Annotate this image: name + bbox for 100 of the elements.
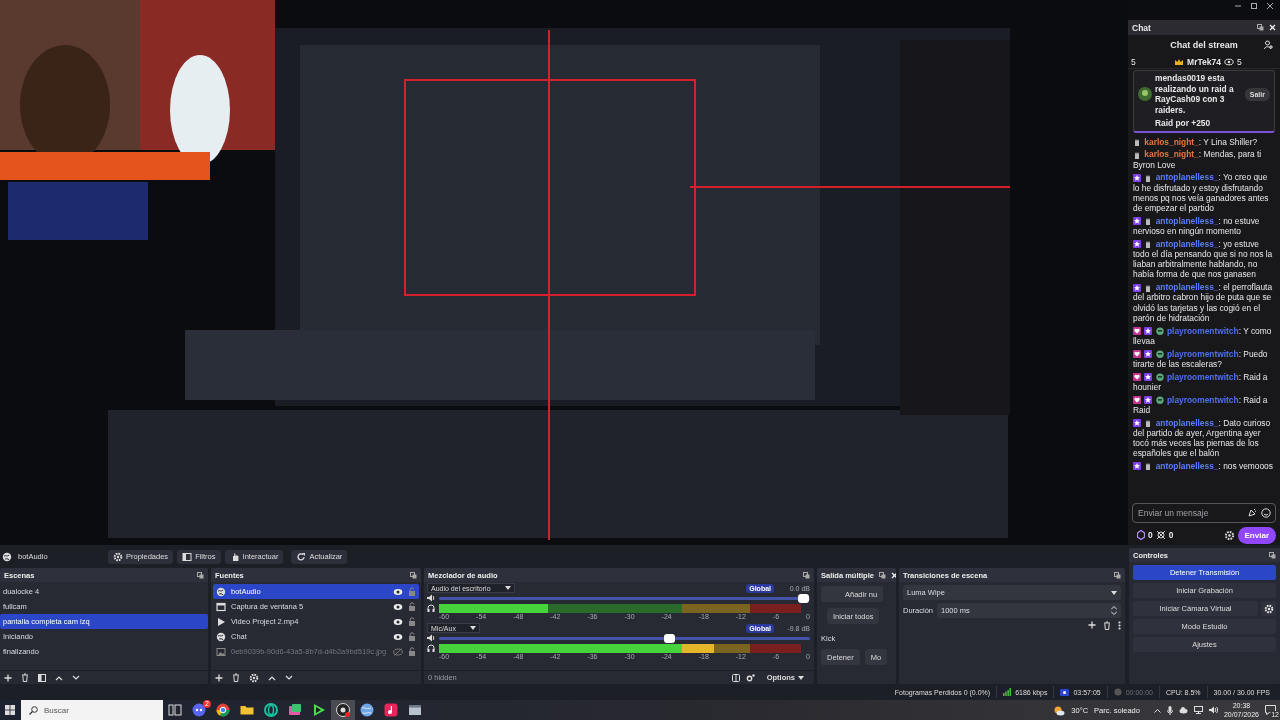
bits-count: 0 [1168,530,1174,540]
undock-icon[interactable] [1114,571,1121,579]
star-badge-icon [1133,217,1141,226]
emoji-icon[interactable] [1261,508,1271,518]
headphones-icon[interactable] [427,644,435,652]
eye-icon[interactable] [393,587,403,596]
globe-icon [216,586,226,597]
eye-icon [1223,57,1234,66]
maximize-icon[interactable] [1250,2,1258,10]
star-badge-icon [1144,373,1153,381]
close-icon[interactable] [1266,2,1274,10]
chat-message: antoplanelless_: el perroflauta del arbitro cabron hijo de puta que se olvidó las tarjetas y las cogió en el parón de hidratación [1133,282,1274,323]
mask-badge-icon [1155,327,1164,335]
undock-icon[interactable] [197,571,204,579]
message-field[interactable]: Enviar un mensaje [1132,503,1276,523]
caret-icon [1111,590,1117,595]
settings-icon[interactable] [1223,529,1235,541]
minimize-icon[interactable] [1234,2,1242,10]
settings-button[interactable] [1261,601,1276,616]
refresh-icon [296,551,307,562]
search-icon [29,706,38,715]
gear-icon[interactable] [249,672,259,683]
volume-slider[interactable] [439,636,810,640]
hidden-eye-icon[interactable] [393,647,403,656]
browser-icon[interactable] [215,702,231,718]
start-icon[interactable] [5,705,15,715]
star-badge-icon [1133,240,1141,249]
caret-icon [798,675,804,680]
heart-badge-icon [1133,396,1141,404]
stream-icon [1060,688,1070,696]
store-icon[interactable] [287,702,303,718]
network-icon[interactable] [1193,706,1203,714]
plus-icon[interactable] [215,673,223,682]
search-field[interactable]: Buscar [21,700,163,720]
channel-name[interactable]: MrTek74 [1187,56,1221,67]
window-icon [216,601,226,612]
settings-icon[interactable] [745,673,755,682]
crown-icon [1174,57,1185,66]
cloud-icon[interactable] [1178,706,1188,714]
chat-message: antoplanelless_: no estuve nervioso en ningún momento [1133,215,1261,237]
volume-icon[interactable] [1208,706,1218,714]
slider-thumb[interactable] [797,593,809,603]
caret-icon [504,586,511,590]
lock-icon[interactable] [408,647,416,656]
volume-slider[interactable] [439,596,810,600]
chat-title: Chat del stream [1170,40,1238,50]
signal-icon [1003,688,1012,696]
undock-icon[interactable] [878,571,886,579]
star-badge-icon [1144,327,1153,335]
undock-icon[interactable] [803,571,810,579]
users-icon[interactable] [1264,40,1274,50]
more-icon[interactable] [1118,621,1121,630]
chat-message: antoplanelless_: Yo creo que lo he disfrutado y estoy disfrutando menos pq nos veía ganadores antes de empezar el partido [1133,172,1270,214]
star-badge-icon [1133,173,1141,182]
undock-icon[interactable] [1269,551,1276,559]
microphone-icon[interactable] [1166,705,1173,715]
trash-icon[interactable] [21,673,29,682]
globe-icon[interactable] [359,702,375,718]
bits-icon[interactable] [1155,530,1166,540]
lock-icon[interactable] [408,602,416,611]
mask-badge-icon [1155,350,1164,358]
filter-icon[interactable] [38,673,46,682]
chat-message: playroomentwitch: Puedo tirarte de las escaleras? [1133,348,1269,369]
filter-icon [182,551,193,562]
slider-thumb[interactable] [664,633,675,643]
lock-icon[interactable] [408,617,416,626]
plus-icon[interactable] [1088,621,1096,629]
party-icon[interactable] [1248,508,1257,517]
eye-icon[interactable] [393,617,403,626]
undock-icon[interactable] [1257,24,1264,31]
music-note-icon[interactable] [383,702,399,718]
star-badge-icon [1133,283,1141,292]
play-app-icon[interactable] [311,702,327,718]
speaker-icon[interactable] [427,634,435,642]
eye-icon[interactable] [393,602,403,611]
task-view-icon[interactable] [167,702,183,718]
undock-icon[interactable] [410,571,417,579]
headphones-icon[interactable] [427,604,435,612]
play-icon [216,616,226,627]
chat-message: antoplanelless_: Dato curioso del partido de ayer, Argentina ayer tocó más veces las piernas de los españoles que el balón [1133,417,1272,459]
window-icon[interactable] [407,702,423,718]
speaker-icon[interactable] [427,594,435,602]
send-button[interactable]: Enviar [1237,526,1276,544]
viewer-count: 5 [1236,56,1242,67]
chat-message: antoplanelless_: yo estuve todo el día pensando que si no nos la liaban arbitralmente hablando, no había forma de que nos ganasen [1133,238,1274,280]
ring-icon[interactable] [263,702,279,718]
spinner-icon [1111,606,1117,615]
layout-icon[interactable] [731,673,740,682]
eye-icon[interactable] [393,632,403,641]
points-icon[interactable] [1137,530,1145,540]
trash-icon[interactable] [232,673,240,682]
dock-title: Chat [1132,22,1152,33]
chat-app-icon[interactable] [191,702,207,718]
chat-message: playroomentwitch: Raid a hounier [1133,371,1269,392]
chat-message: karlos_night_: Y Lina Shiller? [1133,136,1275,147]
trash-icon[interactable] [1103,621,1111,630]
chat-message: antoplanelless_: nos vemooos [1133,460,1275,472]
lock-icon[interactable] [408,632,416,641]
chevron-up-icon[interactable] [1153,707,1161,713]
plus-icon[interactable] [4,673,12,682]
